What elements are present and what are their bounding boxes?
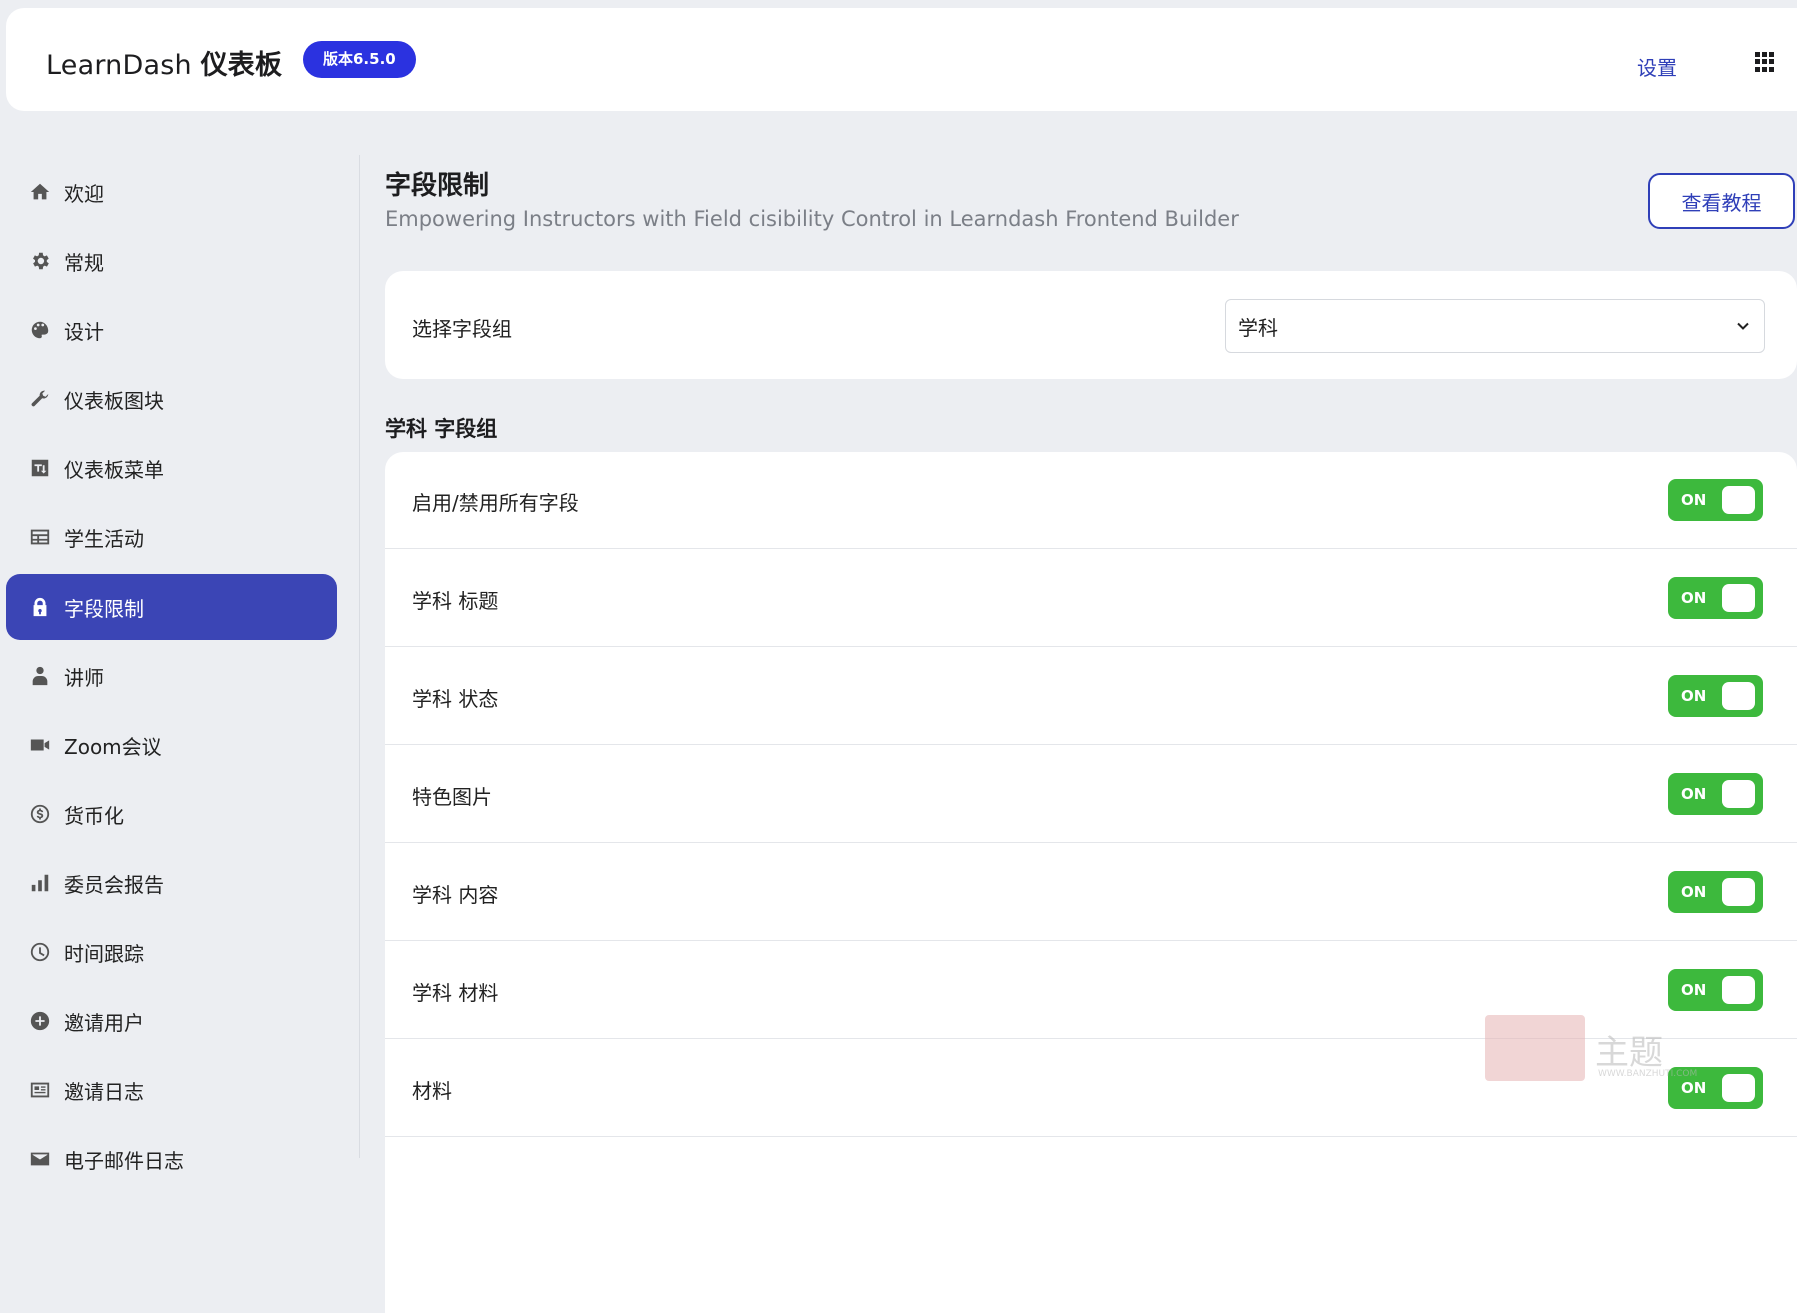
toggle-knob: [1722, 682, 1755, 710]
sidebar-item-label: 仪表板菜单: [64, 457, 164, 482]
field-toggle[interactable]: ON: [1668, 577, 1763, 619]
field-group-select-label: 选择字段组: [412, 317, 512, 341]
sidebar-item-monetization[interactable]: 货币化: [6, 781, 337, 847]
version-badge: 版本6.5.0: [303, 41, 416, 78]
sidebar-item-label: 委员会报告: [64, 872, 164, 897]
field-label: 特色图片: [412, 785, 492, 809]
sidebar-item-label: 讲师: [64, 665, 104, 690]
sidebar-item-label: 字段限制: [64, 596, 144, 621]
top-bar: LearnDash 仪表板 版本6.5.0 设置: [6, 8, 1797, 111]
apps-grid-icon[interactable]: [1755, 52, 1775, 72]
clock-icon: [28, 940, 52, 964]
sidebar-item-email-log[interactable]: 电子邮件日志: [6, 1126, 337, 1192]
fields-list: 启用/禁用所有字段 ON 学科 标题 ON 学科 状态 ON 特色图片 ON 学…: [385, 452, 1797, 1313]
field-group-select-value: 学科: [1238, 315, 1278, 340]
toggle-state: ON: [1681, 589, 1707, 607]
sidebar-item-design[interactable]: 设计: [6, 297, 337, 363]
toggle-knob: [1722, 780, 1755, 808]
sidebar-item-time-tracking[interactable]: 时间跟踪: [6, 919, 337, 985]
field-label: 启用/禁用所有字段: [412, 491, 579, 515]
field-row-title: 学科 标题 ON: [385, 550, 1797, 647]
sidebar-item-dashboard-menu[interactable]: 仪表板菜单: [6, 435, 337, 501]
sidebar-divider: [359, 155, 360, 1158]
sidebar-item-label: 仪表板图块: [64, 388, 164, 413]
sidebar-item-label: 邀请用户: [64, 1010, 144, 1035]
sidebar-item-label: 邀请日志: [64, 1079, 144, 1104]
chevron-down-icon: [1737, 322, 1749, 330]
view-tutorial-button[interactable]: 查看教程: [1648, 173, 1795, 229]
toggle-knob: [1722, 584, 1755, 612]
log-icon: [28, 1078, 52, 1102]
sidebar-item-label: 欢迎: [64, 181, 104, 206]
field-toggle[interactable]: ON: [1668, 871, 1763, 913]
sidebar-item-dashboard-widgets[interactable]: 仪表板图块: [6, 366, 337, 432]
watermark-seal: [1485, 1015, 1585, 1081]
watermark-url: WWW.BANZHUTI.COM: [1598, 1069, 1698, 1079]
sidebar-item-label: 设计: [64, 319, 104, 344]
toggle-state: ON: [1681, 785, 1707, 803]
sidebar-item-zoom[interactable]: Zoom会议: [6, 712, 337, 778]
field-label: 学科 材料: [412, 981, 499, 1005]
field-label: 材料: [412, 1079, 452, 1103]
video-camera-icon: [28, 733, 52, 757]
field-toggle[interactable]: ON: [1668, 675, 1763, 717]
field-label: 学科 标题: [412, 589, 499, 613]
watermark-text: 主题: [1595, 1033, 1663, 1073]
field-group-select-card: 选择字段组 学科: [385, 271, 1797, 379]
field-toggle[interactable]: ON: [1668, 773, 1763, 815]
toggle-state: ON: [1681, 687, 1707, 705]
wrench-icon: [28, 387, 52, 411]
field-label: 学科 状态: [412, 687, 499, 711]
toggle-knob: [1722, 486, 1755, 514]
brand-name: LearnDash: [46, 50, 192, 81]
toggle-knob: [1722, 976, 1755, 1004]
table-icon: [28, 525, 52, 549]
app-title: LearnDash 仪表板: [46, 43, 282, 82]
field-row-status: 学科 状态 ON: [385, 648, 1797, 745]
sort-menu-icon: [28, 456, 52, 480]
lock-icon: [28, 595, 52, 619]
plus-circle-icon: [28, 1009, 52, 1033]
watermark: 主题 WWW.BANZHUTI.COM: [1485, 1015, 1715, 1085]
field-row-featured-image: 特色图片 ON: [385, 746, 1797, 843]
sidebar-item-label: 时间跟踪: [64, 941, 144, 966]
user-icon: [28, 664, 52, 688]
toggle-knob: [1722, 1074, 1755, 1102]
dollar-icon: [28, 802, 52, 826]
toggle-state: ON: [1681, 883, 1707, 901]
toggle-state: ON: [1681, 981, 1707, 999]
toggle-knob: [1722, 878, 1755, 906]
toggle-state: ON: [1681, 491, 1707, 509]
sidebar-item-student-activity[interactable]: 学生活动: [6, 504, 337, 570]
sidebar-item-invite-users[interactable]: 邀请用户: [6, 988, 337, 1054]
home-icon: [28, 180, 52, 204]
field-group-select[interactable]: 学科: [1225, 299, 1765, 353]
sidebar-item-label: 常规: [64, 250, 104, 275]
field-toggle[interactable]: ON: [1668, 969, 1763, 1011]
sidebar-item-invite-log[interactable]: 邀请日志: [6, 1057, 337, 1123]
brand-suffix: 仪表板: [200, 50, 283, 81]
sidebar-item-committee-report[interactable]: 委员会报告: [6, 850, 337, 916]
sidebar-item-field-restriction[interactable]: 字段限制: [6, 574, 337, 640]
sidebar-item-label: Zoom会议: [64, 734, 162, 759]
sidebar-item-label: 学生活动: [64, 526, 144, 551]
envelope-icon: [28, 1147, 52, 1171]
field-toggle[interactable]: ON: [1668, 479, 1763, 521]
page-title: 字段限制: [385, 171, 490, 201]
sidebar-item-label: 电子邮件日志: [64, 1148, 184, 1173]
palette-icon: [28, 318, 52, 342]
field-row-content: 学科 内容 ON: [385, 844, 1797, 941]
field-group-title: 学科 字段组: [385, 417, 498, 441]
field-label: 学科 内容: [412, 883, 499, 907]
sidebar-item-welcome[interactable]: 欢迎: [6, 159, 337, 225]
gear-icon: [28, 249, 52, 273]
field-row-enable-all: 启用/禁用所有字段 ON: [385, 452, 1797, 549]
sidebar-item-label: 货币化: [64, 803, 124, 828]
sidebar-item-general[interactable]: 常规: [6, 228, 337, 294]
sidebar-item-instructor[interactable]: 讲师: [6, 643, 337, 709]
bar-chart-icon: [28, 871, 52, 895]
page-subtitle: Empowering Instructors with Field cisibi…: [385, 207, 1239, 231]
settings-link[interactable]: 设置: [1637, 52, 1677, 81]
